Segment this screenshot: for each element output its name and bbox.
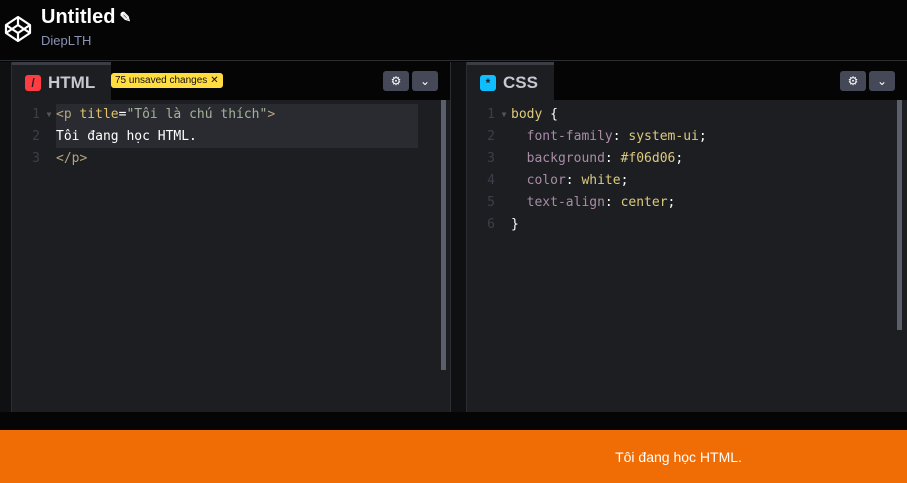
code-token: title [79, 107, 119, 122]
code-token: ; [698, 129, 707, 144]
code-token: color [511, 173, 566, 188]
unsaved-changes-badge[interactable]: 75 unsaved changes ✕ [111, 73, 223, 88]
gutter-space [497, 148, 511, 170]
chevron-down-icon: ⌄ [419, 74, 431, 88]
line-number: 1 [487, 107, 495, 122]
line-number: 6 [487, 217, 495, 232]
line-number: 3 [487, 151, 495, 166]
code-line[interactable]: 6} [467, 214, 907, 236]
panel-resizer[interactable] [450, 62, 467, 412]
line-number: 2 [32, 129, 40, 144]
code-token: center [620, 195, 668, 210]
code-token: : [612, 129, 629, 144]
tab-css[interactable]: * CSS [467, 62, 554, 100]
html-icon: / [25, 74, 41, 91]
code-token: : [565, 173, 582, 188]
left-edge [0, 62, 12, 412]
chevron-down-icon: ⌄ [876, 74, 888, 88]
code-token: text-align [511, 195, 605, 210]
line-number: 2 [487, 129, 495, 144]
css-icon: * [480, 74, 496, 91]
header: Untitled ✎ DiepLTH [0, 0, 907, 61]
html-code-editor[interactable]: 1 ▼ <p title = "Tôi là chú thích" >2 Tôi đang … [12, 104, 450, 170]
code-token: Tôi đang học HTML. [56, 129, 197, 144]
html-editor-panel: / HTML 75 unsaved changes ✕ ⚙ ⌄ 1 ▼ <p title… [12, 62, 450, 412]
gear-icon: ⚙ [847, 74, 859, 88]
badge-text: 75 unsaved changes [115, 75, 208, 86]
css-editor-panel: * CSS ⚙ ⌄ 1 ▼ body {2 font-family: system-u… [467, 62, 907, 412]
code-token: </p> [56, 151, 88, 166]
pencil-icon[interactable]: ✎ [119, 9, 131, 26]
css-settings-button[interactable]: ⚙ [840, 71, 866, 91]
fold-arrow-icon[interactable]: ▼ [42, 104, 56, 126]
line-number: 1 [32, 107, 40, 122]
code-line[interactable]: 3 </p> [12, 148, 450, 170]
author-link[interactable]: DiepLTH [41, 33, 91, 48]
pen-title[interactable]: Untitled ✎ [41, 6, 131, 29]
gutter-space [497, 214, 511, 236]
code-token: system-ui [628, 129, 699, 144]
code-token: > [267, 107, 276, 122]
code-line[interactable]: 4 color: white; [467, 170, 907, 192]
code-token: ; [667, 195, 676, 210]
code-token: = [118, 107, 127, 122]
preview-text: Tôi đang học HTML. [615, 448, 742, 465]
html-scrollbar[interactable] [441, 100, 446, 370]
close-icon[interactable]: ✕ [210, 75, 218, 86]
code-line[interactable]: 2 font-family: system-ui; [467, 126, 907, 148]
line-number: 3 [32, 151, 40, 166]
gutter-space [497, 126, 511, 148]
tab-css-label: CSS [503, 72, 538, 92]
code-token: <p [56, 107, 80, 122]
code-token: #f06d06 [620, 151, 676, 166]
code-token: : [604, 195, 621, 210]
code-line[interactable]: 2 Tôi đang học HTML. [12, 126, 450, 148]
fold-arrow-icon[interactable]: ▼ [497, 104, 511, 126]
tab-html-label: HTML [48, 72, 96, 92]
code-line[interactable]: 1 ▼ <p title = "Tôi là chú thích" > [12, 104, 450, 126]
html-collapse-button[interactable]: ⌄ [412, 71, 438, 91]
tab-html[interactable]: / HTML [12, 62, 112, 100]
gear-icon: ⚙ [390, 74, 402, 88]
code-token: body [511, 107, 551, 122]
code-token: } [511, 217, 519, 232]
gutter-space [42, 126, 56, 148]
code-token: : [604, 151, 621, 166]
line-number: 5 [487, 195, 495, 210]
html-tabbar: / HTML 75 unsaved changes ✕ ⚙ ⌄ [12, 62, 450, 100]
code-line[interactable]: 3 background: #f06d06; [467, 148, 907, 170]
preview-output: Tôi đang học HTML. [0, 430, 907, 483]
css-collapse-button[interactable]: ⌄ [869, 71, 895, 91]
css-tabbar: * CSS ⚙ ⌄ [467, 62, 907, 100]
gutter-space [497, 170, 511, 192]
code-token: ; [675, 151, 684, 166]
code-token: "Tôi là chú thích" [126, 107, 268, 122]
pen-title-text: Untitled [41, 6, 116, 28]
code-token: font-family [511, 129, 613, 144]
gutter-space [497, 192, 511, 214]
code-line[interactable]: 1 ▼ body { [467, 104, 907, 126]
code-token: ; [620, 173, 629, 188]
html-settings-button[interactable]: ⚙ [383, 71, 409, 91]
code-token: background [511, 151, 605, 166]
css-scrollbar[interactable] [897, 100, 902, 330]
line-number: 4 [487, 173, 495, 188]
codepen-logo-icon[interactable] [3, 14, 33, 44]
css-code-editor[interactable]: 1 ▼ body {2 font-family: system-ui; 3 backg… [467, 104, 907, 236]
code-token: white [581, 173, 621, 188]
code-token: { [550, 107, 558, 122]
code-line[interactable]: 5 text-align: center; [467, 192, 907, 214]
gutter-space [42, 148, 56, 170]
